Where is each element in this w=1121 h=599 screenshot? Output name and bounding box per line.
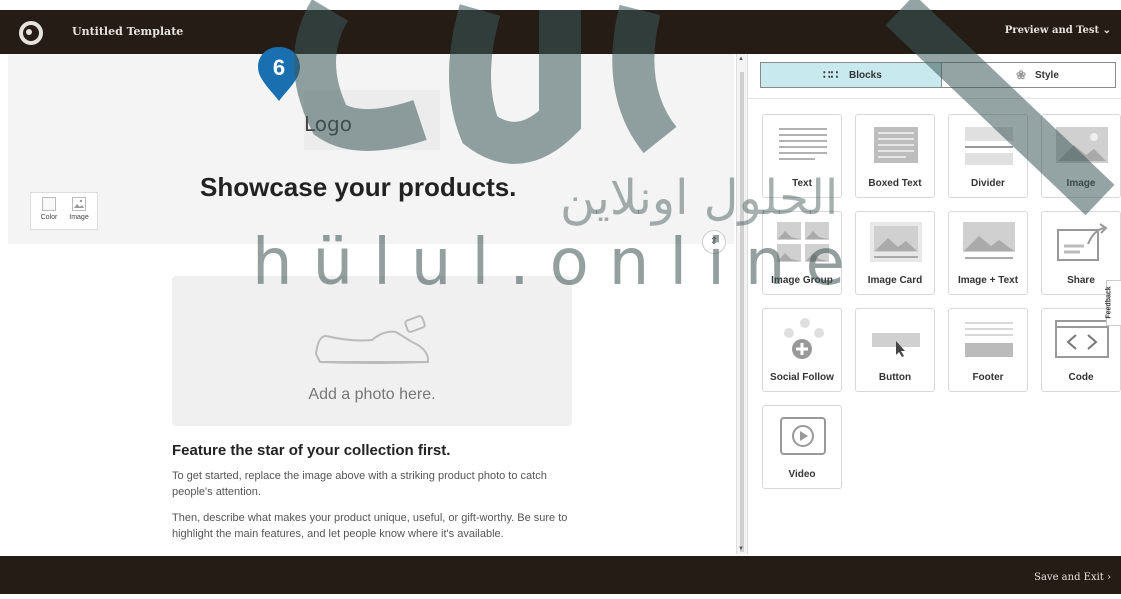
- scrollbar-thumb[interactable]: [740, 72, 744, 552]
- panel-tabs: ∷∷ Blocks ❀ Style: [760, 62, 1116, 88]
- tab-blocks[interactable]: ∷∷ Blocks: [761, 63, 942, 87]
- grid-dots-icon: ∷∷: [823, 68, 839, 82]
- block-social-follow[interactable]: Social Follow: [762, 308, 842, 392]
- mailchimp-logo-icon[interactable]: [18, 20, 44, 46]
- block-text[interactable]: Text: [762, 114, 842, 198]
- block-image-card[interactable]: Image Card: [855, 211, 935, 295]
- boxed-text-icon: [874, 127, 918, 163]
- block-image-group[interactable]: Image Group: [762, 211, 842, 295]
- shoe-icon: [314, 315, 429, 364]
- block-code-label: Code: [1068, 372, 1094, 383]
- paragraph-1[interactable]: To get started, replace the image above …: [172, 468, 582, 500]
- image-icon: [72, 197, 86, 211]
- block-image-text-label: Image + Text: [957, 275, 1019, 286]
- tab-style[interactable]: ❀ Style: [942, 63, 1115, 87]
- video-icon: [780, 417, 826, 455]
- step-number: 6: [272, 55, 286, 80]
- email-canvas: Logo Showcase your products. Color Image…: [8, 54, 734, 554]
- code-icon: [1055, 320, 1109, 358]
- text-block-icon: [779, 128, 827, 160]
- block-social-follow-label: Social Follow: [770, 372, 834, 383]
- feature-title[interactable]: Feature the star of your collection firs…: [172, 442, 450, 459]
- feedback-tab[interactable]: Feedback: [1106, 280, 1121, 326]
- panel-separator: [748, 98, 1121, 99]
- scroll-down-icon[interactable]: ▼: [738, 546, 744, 552]
- logo-placeholder-text: Logo: [304, 112, 352, 136]
- image-group-icon: [777, 222, 829, 262]
- step-badge: 6: [256, 45, 302, 101]
- bottom-bar: Save and Exit ›: [0, 556, 1121, 594]
- share-icon: [1057, 223, 1108, 261]
- template-title[interactable]: Untitled Template: [72, 25, 183, 38]
- block-boxed-text-label: Boxed Text: [868, 178, 922, 189]
- color-tool-label: Color: [40, 214, 58, 221]
- block-boxed-text[interactable]: Boxed Text: [855, 114, 935, 198]
- image-tool[interactable]: Image: [64, 197, 94, 221]
- block-button[interactable]: Button: [855, 308, 935, 392]
- photo-placeholder[interactable]: Add a photo here.: [172, 276, 572, 426]
- image-text-icon: [963, 222, 1015, 259]
- top-bar: Untitled Template Preview and Test ⌄: [0, 10, 1121, 54]
- block-video-label: Video: [788, 469, 816, 480]
- block-image-card-label: Image Card: [867, 275, 923, 286]
- block-divider-label: Divider: [971, 178, 1005, 189]
- block-image-label: Image: [1066, 178, 1096, 189]
- scroll-up-icon[interactable]: ▲: [738, 56, 744, 62]
- background-tools: Color Image: [30, 192, 98, 230]
- tab-blocks-label: Blocks: [849, 70, 882, 81]
- preview-label: Preview and Test: [1004, 25, 1100, 36]
- paragraph-2[interactable]: Then, describe what makes your product u…: [172, 510, 582, 542]
- content-panel: ∷∷ Blocks ❀ Style Text Boxed Text Divide…: [748, 54, 1121, 554]
- block-button-label: Button: [878, 372, 912, 383]
- image-card-icon: [870, 222, 922, 262]
- image-tool-label: Image: [69, 214, 89, 221]
- block-image-text[interactable]: Image + Text: [948, 211, 1028, 295]
- block-text-label: Text: [792, 178, 812, 189]
- photo-placeholder-text: Add a photo here.: [308, 386, 436, 403]
- paint-brush-icon: ❀: [1016, 68, 1027, 82]
- preview-and-test-menu[interactable]: Preview and Test ⌄: [1005, 25, 1111, 36]
- block-footer[interactable]: Footer: [948, 308, 1028, 392]
- block-image-group-label: Image Group: [771, 275, 833, 286]
- block-video[interactable]: Video: [762, 405, 842, 489]
- image-icon: [1056, 127, 1108, 163]
- button-icon: [872, 333, 920, 357]
- chevron-down-icon: ⌄: [1102, 25, 1111, 36]
- save-and-exit-button[interactable]: Save and Exit ›: [1034, 572, 1111, 583]
- block-footer-label: Footer: [972, 372, 1004, 383]
- tab-style-label: Style: [1035, 70, 1059, 81]
- headline[interactable]: Showcase your products.: [200, 172, 516, 203]
- social-follow-icon: [784, 318, 824, 359]
- footer-icon: [965, 322, 1013, 357]
- color-tool[interactable]: Color: [34, 197, 64, 221]
- divider-icon: [965, 127, 1013, 165]
- block-divider[interactable]: Divider: [948, 114, 1028, 198]
- up-down-arrows-icon[interactable]: ⇕: [702, 230, 726, 254]
- block-image[interactable]: Image: [1041, 114, 1121, 198]
- feedback-label: Feedback: [1105, 286, 1113, 319]
- chevron-right-icon: ›: [1107, 572, 1111, 583]
- color-swatch-icon: [42, 197, 56, 211]
- save-and-exit-label: Save and Exit: [1034, 572, 1104, 583]
- canvas-scrollbar[interactable]: ▲ ▼: [736, 54, 748, 554]
